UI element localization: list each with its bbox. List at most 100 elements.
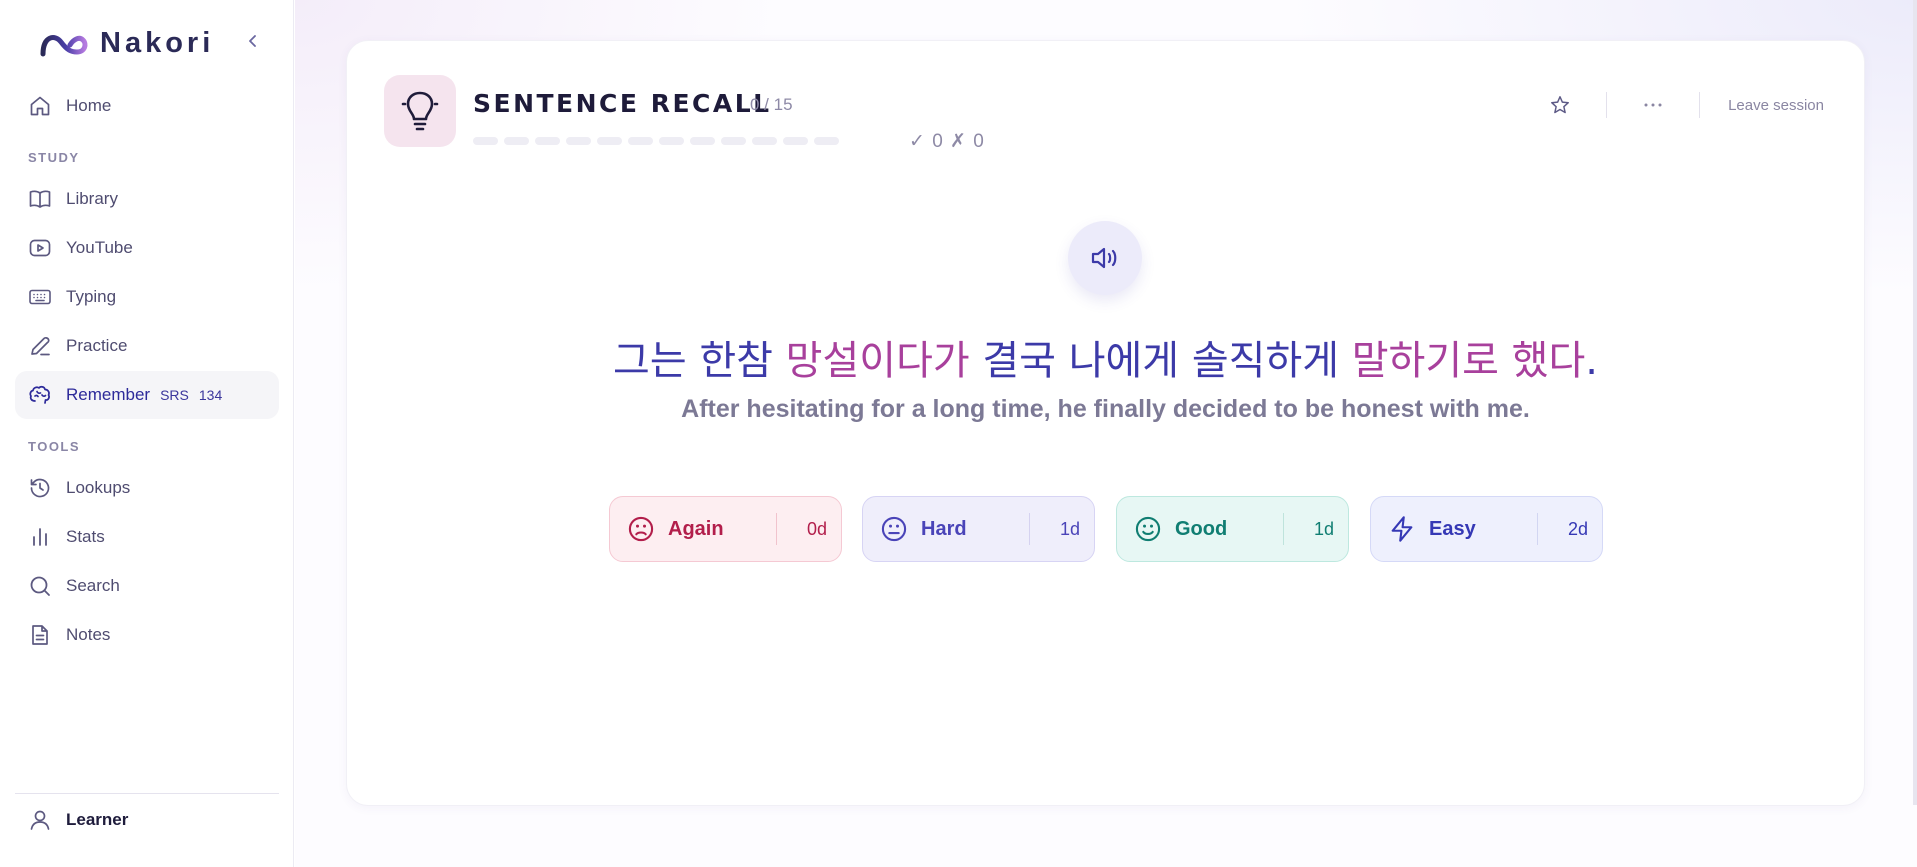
rate-hard-button[interactable]: Hard 1d — [862, 496, 1095, 562]
document-icon — [32, 625, 48, 645]
korean-sentence: 그는 한참 망설이다가 결국 나에게 솔직하게 말하기로 했다. — [347, 328, 1864, 386]
progress-segment — [721, 137, 746, 145]
divider — [1537, 513, 1538, 545]
rate-hard-label: Hard — [921, 517, 967, 540]
session-actions: Leave session — [1542, 87, 1824, 123]
more-options-button[interactable] — [1635, 87, 1671, 123]
progress-segment — [628, 137, 653, 145]
nav-library[interactable]: Library — [15, 175, 279, 223]
rate-again-interval: 0d — [806, 518, 827, 539]
progress-segment — [690, 137, 715, 145]
nav-lookups-label: Lookups — [66, 478, 131, 497]
rate-easy-button[interactable]: Easy 2d — [1370, 496, 1603, 562]
book-icon — [29, 190, 51, 208]
lightning-icon — [1391, 516, 1413, 542]
recall-card: SENTENCE RECALL 0 / 15 ✓ 0 ✗ 0 Leave ses… — [346, 40, 1865, 806]
rate-hard-interval: 1d — [1059, 518, 1080, 539]
rate-good-button[interactable]: Good 1d — [1116, 496, 1349, 562]
main-area: SENTENCE RECALL 0 / 15 ✓ 0 ✗ 0 Leave ses… — [295, 0, 1917, 867]
sentence-part: . — [1585, 338, 1598, 384]
lightbulb-icon — [401, 91, 439, 131]
nav-stats[interactable]: Stats — [15, 513, 279, 561]
session-icon-tile — [384, 75, 456, 147]
srs-badge: SRS — [160, 387, 189, 403]
favorite-button[interactable] — [1542, 87, 1578, 123]
sidebar-divider — [15, 793, 279, 794]
nav-practice[interactable]: Practice — [15, 322, 279, 370]
user-icon — [30, 810, 50, 830]
divider — [1283, 513, 1284, 545]
english-translation: After hesitating for a long time, he fin… — [681, 395, 1530, 423]
brain-icon — [29, 385, 50, 404]
scrollbar[interactable] — [1913, 0, 1917, 805]
sentence-part: 결국 나에게 솔직하게 — [969, 338, 1352, 384]
session-title: SENTENCE RECALL — [473, 89, 772, 118]
pencil-icon — [31, 337, 50, 356]
section-study-label: STUDY — [28, 150, 80, 165]
rate-easy-interval: 2d — [1567, 518, 1588, 539]
nav-remember-label: Remember — [66, 385, 151, 404]
progress-segment — [814, 137, 839, 145]
video-play-icon — [29, 239, 51, 257]
nav-typing[interactable]: Typing — [15, 273, 279, 321]
nav-home-label: Home — [66, 96, 112, 115]
progress-segment — [597, 137, 622, 145]
nav-search[interactable]: Search — [15, 562, 279, 610]
srs-count-badge: 134 — [198, 387, 223, 403]
nav-youtube[interactable]: YouTube — [15, 224, 279, 272]
progress-segment — [566, 137, 591, 145]
smile-face-icon — [1135, 516, 1161, 542]
sidebar: Nakori Home STUDY Library YouTube Typing… — [0, 0, 294, 867]
divider — [776, 513, 777, 545]
nav-library-label: Library — [66, 189, 118, 208]
divider — [1699, 92, 1701, 118]
play-audio-button[interactable] — [1068, 221, 1142, 295]
home-icon — [30, 96, 50, 116]
rate-again-button[interactable]: Again 0d — [609, 496, 842, 562]
progress-segment — [659, 137, 684, 145]
progress-segment — [473, 137, 498, 145]
progress-segment — [504, 137, 529, 145]
nav-notes[interactable]: Notes — [15, 611, 279, 659]
divider — [1029, 513, 1030, 545]
history-icon — [30, 478, 50, 498]
nav-typing-label: Typing — [66, 287, 117, 306]
nav-practice-label: Practice — [66, 336, 128, 355]
star-icon — [1551, 96, 1570, 114]
sentence-highlight[interactable]: 말하기로 했다 — [1352, 338, 1586, 384]
session-count: 0 / 15 — [750, 95, 793, 114]
rate-again-label: Again — [668, 517, 724, 540]
user-profile[interactable]: Learner — [15, 796, 279, 844]
frown-face-icon — [628, 516, 654, 542]
nav-remember[interactable]: Remember SRS 134 — [15, 371, 279, 419]
search-icon — [30, 576, 50, 596]
progress-segment — [752, 137, 777, 145]
user-name: Learner — [66, 810, 129, 829]
rate-good-label: Good — [1175, 517, 1228, 540]
rate-easy-label: Easy — [1429, 517, 1476, 540]
nav-home[interactable]: Home — [15, 82, 279, 130]
bar-chart-icon — [33, 528, 47, 546]
progress-segment — [783, 137, 808, 145]
sentence-highlight[interactable]: 망설이다가 — [786, 338, 970, 384]
leave-session-button[interactable]: Leave session — [1728, 97, 1824, 114]
nav-lookups[interactable]: Lookups — [15, 464, 279, 512]
divider — [1606, 92, 1608, 118]
brand[interactable]: Nakori — [40, 26, 214, 60]
more-horizontal-icon — [1644, 103, 1662, 107]
logo-icon — [40, 35, 88, 57]
session-score: ✓ 0 ✗ 0 — [909, 131, 985, 152]
progress-segment — [535, 137, 560, 145]
neutral-face-icon — [881, 516, 907, 542]
speaker-icon — [1091, 247, 1117, 269]
section-tools-label: TOOLS — [28, 439, 81, 454]
nav-youtube-label: YouTube — [66, 238, 133, 257]
keyboard-icon — [29, 289, 51, 305]
session-progress — [473, 137, 839, 145]
rate-good-interval: 1d — [1313, 518, 1334, 539]
nav-search-label: Search — [66, 576, 120, 595]
collapse-sidebar-button[interactable] — [242, 30, 264, 52]
brand-name: Nakori — [100, 26, 215, 59]
nav-notes-label: Notes — [66, 625, 111, 644]
sentence-part: 그는 한참 — [613, 338, 786, 384]
